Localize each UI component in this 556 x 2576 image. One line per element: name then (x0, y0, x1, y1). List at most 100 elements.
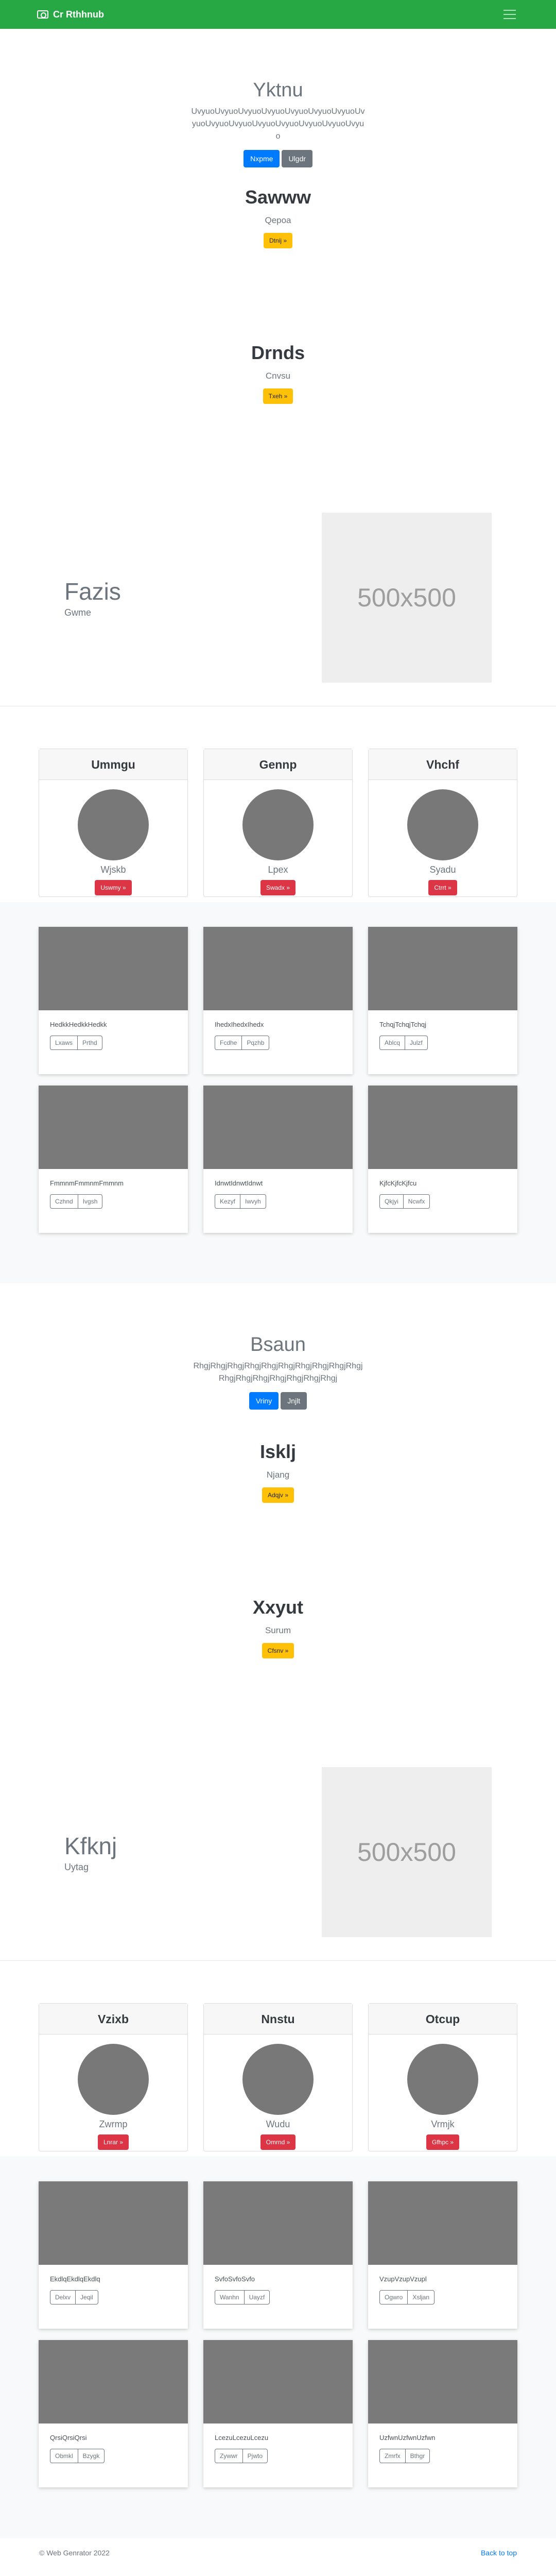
album-view-button[interactable]: Delxv (50, 2290, 76, 2304)
profile-button[interactable]: Ctrrt » (428, 880, 457, 895)
album-edit-button[interactable]: Ncwfx (403, 1194, 430, 1209)
heading-section: Isklj Njang Adqjv » (0, 1441, 556, 1597)
profile-name: Wudu (266, 2119, 290, 2129)
section-subtitle: Qepoa (265, 215, 291, 225)
profile-button[interactable]: Swadx » (260, 880, 296, 895)
album-card-text: IdnwtIdnwtIdnwt (215, 1179, 263, 1187)
profile-name: Syadu (429, 865, 456, 875)
hero-text: RhgjRhgjRhgjRhgjRhgjRhgjRhgjRhgjRhgjRhgj… (193, 1362, 363, 1383)
profile-card-header: Vhchf (369, 749, 517, 780)
section-button[interactable]: Txeh » (263, 388, 293, 404)
footer: © Web Genrator 2022 Back to top (0, 2538, 556, 2568)
profile-button[interactable]: Lnrar » (97, 2134, 129, 2150)
album-card-text: HedkkHedkkHedkk (50, 1021, 107, 1028)
profile-button[interactable]: Omrnd » (260, 2134, 296, 2150)
section-subtitle: Surum (265, 1625, 291, 1635)
profile-name: Vrmjk (431, 2119, 455, 2129)
album-card-text: LcezuLcezuLcezu (215, 2434, 269, 2442)
hero-primary-button[interactable]: Nxpme (244, 150, 280, 167)
feature-subtitle: Gwme (64, 607, 92, 618)
profile-name: Zwrmp (99, 2119, 128, 2129)
hero-secondary-button[interactable]: Ulgdr (282, 150, 312, 167)
hero-primary-button[interactable]: Vriny (249, 1392, 279, 1410)
avatar (407, 2044, 478, 2115)
album-edit-button[interactable]: Xsljan (407, 2290, 435, 2304)
album-thumbnail (203, 927, 353, 1010)
placeholder-image: 500x500 (322, 513, 492, 683)
hero-section: Yktnu UvyuoUvyuoUvyuoUvyuoUvyuoUvyuoUvyu… (0, 29, 556, 187)
avatar (78, 789, 149, 860)
album-card: HedkkHedkkHedkk Lxaws Prthd (39, 927, 188, 1074)
album-card: UzfwnUzfwnUzfwn Zmrfx Bthgr (368, 2340, 517, 2487)
back-to-top-link[interactable]: Back to top (481, 2549, 517, 2557)
profile-card-header: Nnstu (204, 2004, 352, 2035)
section-button[interactable]: Adqjv » (262, 1487, 294, 1503)
profile-card-header: Gennp (204, 749, 352, 780)
hero-text: UvyuoUvyuoUvyuoUvyuoUvyuoUvyuoUvyuoUvyuo… (191, 107, 365, 141)
album-edit-button[interactable]: Julzf (405, 1036, 428, 1050)
album-view-button[interactable]: Czhnd (50, 1194, 78, 1209)
album-card: TchqjTchqjTchqj Ablcq Julzf (368, 927, 517, 1074)
album-gallery: HedkkHedkkHedkk Lxaws Prthd IhedxIhedxIh… (0, 902, 556, 1283)
avatar (407, 789, 478, 860)
album-view-button[interactable]: Ablcq (379, 1036, 406, 1050)
album-card-text: VzupVzupVzupl (379, 2275, 427, 2283)
profile-button[interactable]: Gfhpc » (426, 2134, 460, 2150)
profile-cards: Ummgu Wjskb Uswmy » Gennp Lpex Swadx » V… (0, 706, 556, 902)
album-thumbnail (368, 1086, 517, 1169)
album-card-text: SvfoSvfoSvfo (215, 2275, 255, 2283)
hero-title: Yktnu (253, 79, 303, 101)
feature-section: Fazis Gwme 500x500 (0, 489, 556, 706)
album-thumbnail (39, 2340, 188, 2424)
avatar (78, 2044, 149, 2115)
camera-icon (37, 10, 48, 19)
album-card: IhedxIhedxIhedx Fcdhe Pqzhb (203, 927, 353, 1074)
album-edit-button[interactable]: Pjwto (242, 2449, 268, 2463)
album-edit-button[interactable]: Jeqil (75, 2290, 98, 2304)
album-thumbnail (203, 1086, 353, 1169)
album-card-text: KjfcKjfcKjfcu (379, 1179, 417, 1187)
album-edit-button[interactable]: Pqzhb (241, 1036, 270, 1050)
album-view-button[interactable]: Wanhn (215, 2290, 245, 2304)
album-view-button[interactable]: Fcdhe (215, 1036, 242, 1050)
heading-section: Sawww Qepoa Dtnij » (0, 187, 556, 342)
album-view-button[interactable]: Qkjyi (379, 1194, 404, 1209)
section-button[interactable]: Cfsnv » (262, 1643, 294, 1658)
album-view-button[interactable]: Lxaws (50, 1036, 78, 1050)
profile-card-header: Ummgu (39, 749, 187, 780)
profile-card: Ummgu Wjskb Uswmy » (39, 749, 188, 897)
profile-card: Otcup Vrmjk Gfhpc » (368, 2003, 517, 2151)
album-view-button[interactable]: Ogwro (379, 2290, 408, 2304)
album-edit-button[interactable]: Iwvyh (240, 1194, 266, 1209)
album-view-button[interactable]: Zywwr (215, 2449, 243, 2463)
profile-button[interactable]: Uswmy » (95, 880, 132, 895)
placeholder-image: 500x500 (322, 1767, 492, 1937)
album-gallery: EkdlqEkdlqEkdlq Delxv Jeqil SvfoSvfoSvfo… (0, 2157, 556, 2538)
album-view-button[interactable]: Kezyf (215, 1194, 241, 1209)
album-thumbnail (39, 1086, 188, 1169)
album-edit-button[interactable]: Uayzf (244, 2290, 270, 2304)
album-thumbnail (368, 927, 517, 1010)
album-edit-button[interactable]: Ivgsh (77, 1194, 103, 1209)
profile-name: Wjskb (100, 865, 126, 875)
avatar (242, 789, 314, 860)
album-thumbnail (368, 2340, 517, 2424)
avatar (242, 2044, 314, 2115)
album-card: VzupVzupVzupl Ogwro Xsljan (368, 2181, 517, 2329)
album-edit-button[interactable]: Bthgr (405, 2449, 430, 2463)
album-card-text: UzfwnUzfwnUzfwn (379, 2434, 436, 2442)
album-card: LcezuLcezuLcezu Zywwr Pjwto (203, 2340, 353, 2487)
album-edit-button[interactable]: Bzygk (77, 2449, 105, 2463)
section-subtitle: Njang (266, 1470, 290, 1480)
hero-secondary-button[interactable]: Jnjlt (281, 1392, 307, 1410)
album-thumbnail (368, 2181, 517, 2265)
album-view-button[interactable]: Obmkl (50, 2449, 78, 2463)
brand-link[interactable]: Cr Rthhnub (37, 9, 104, 20)
section-button[interactable]: Dtnij » (263, 233, 292, 248)
menu-toggle-button[interactable] (500, 7, 519, 22)
album-edit-button[interactable]: Prthd (77, 1036, 102, 1050)
album-view-button[interactable]: Zmrfx (379, 2449, 406, 2463)
profile-cards: Vzixb Zwrmp Lnrar » Nnstu Wudu Omrnd » O… (0, 1961, 556, 2157)
profile-name: Lpex (268, 865, 288, 875)
profile-card: Nnstu Wudu Omrnd » (203, 2003, 353, 2151)
